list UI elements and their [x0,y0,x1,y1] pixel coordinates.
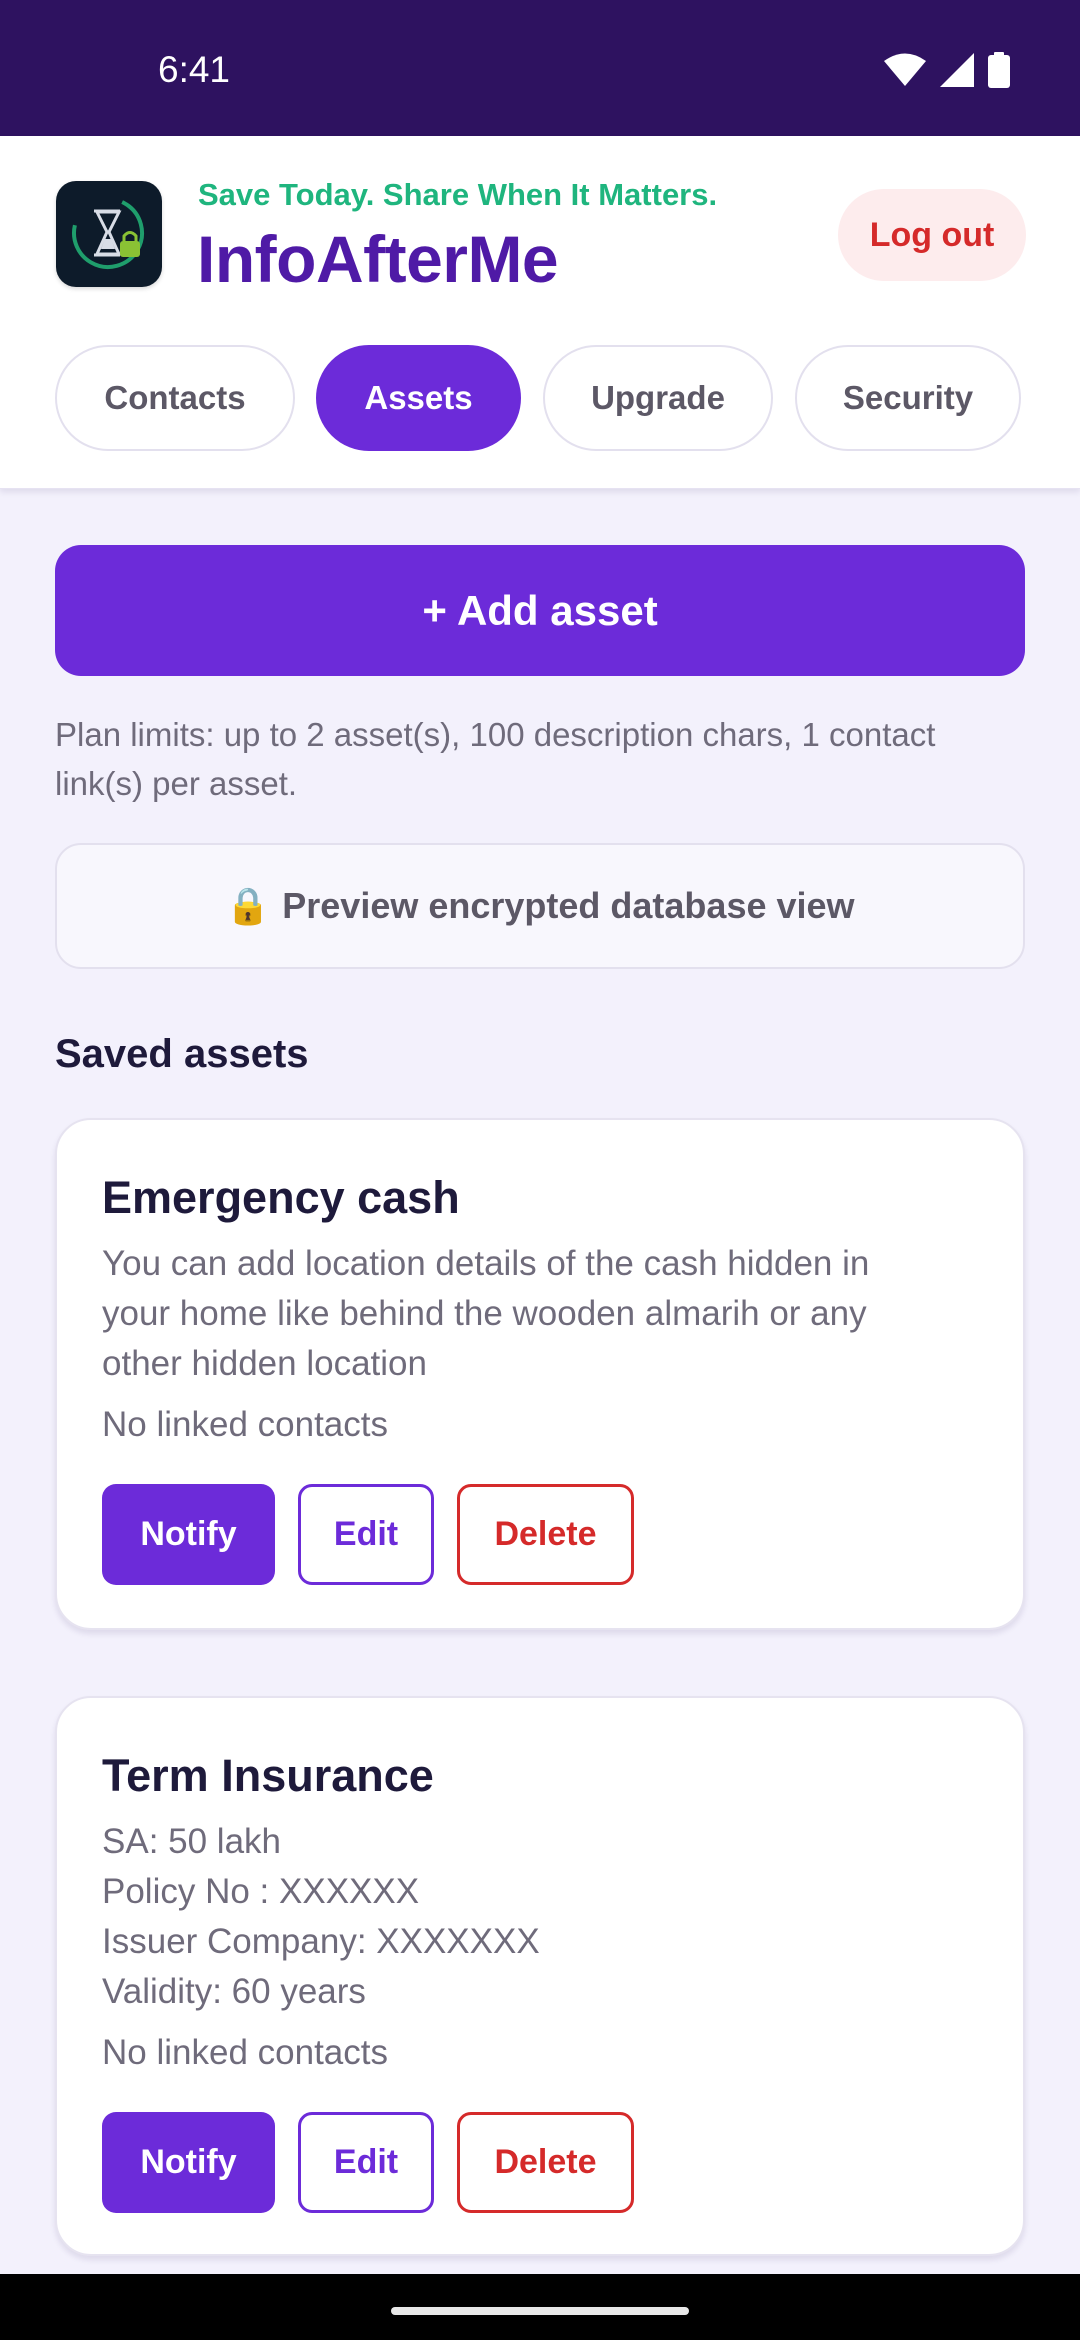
asset-title: Term Insurance [102,1750,434,1801]
notify-button[interactable]: Notify [102,2112,275,2213]
add-asset-button[interactable]: + Add asset [55,545,1025,676]
signal-icon [940,53,974,87]
asset-description-line: other hidden location [102,1344,427,1383]
wifi-icon [884,53,926,86]
plan-limits-text: Plan limits: up to 2 asset(s), 100 descr… [55,716,936,802]
battery-icon [988,52,1010,88]
status-bar: 6:41 [0,0,1080,136]
asset-description-line: SA: 50 lakh [102,1822,281,1861]
tab-assets[interactable]: Assets [316,345,521,451]
app-tagline: Save Today. Share When It Matters. [198,177,718,212]
status-time: 6:41 [158,49,231,90]
app-header: Save Today. Share When It Matters. InfoA… [0,136,1080,489]
status-icons [884,52,1010,88]
asset-description-line: Validity: 60 years [102,1972,366,2011]
delete-button[interactable]: Delete [457,2112,634,2213]
tab-upgrade[interactable]: Upgrade [543,345,773,451]
app-title: InfoAfterMe [197,222,559,296]
saved-assets-heading: Saved assets [55,1032,309,1076]
edit-button[interactable]: Edit [298,2112,434,2213]
asset-description-line: You can add location details of the cash… [102,1244,870,1283]
system-nav-bar [0,2274,1080,2340]
preview-encrypted-view-button[interactable]: 🔒 Preview encrypted database view [55,843,1025,969]
asset-description: You can add location details of the cash… [102,1239,982,1389]
preview-label: Preview encrypted database view [282,885,855,926]
linked-contacts-text: No linked contacts [102,1405,388,1444]
tab-contacts[interactable]: Contacts [55,345,295,451]
asset-description-line: Policy No : XXXXXX [102,1872,420,1911]
delete-button[interactable]: Delete [457,1484,634,1585]
asset-card: Emergency cash You can add location deta… [55,1118,1025,1630]
asset-description: SA: 50 lakh Policy No : XXXXXX Issuer Co… [102,1817,982,2017]
lock-icon: 🔒 [225,885,271,926]
edit-button[interactable]: Edit [298,1484,434,1585]
logout-button[interactable]: Log out [838,189,1026,281]
asset-description-line: Issuer Company: XXXXXXX [102,1922,540,1961]
asset-card: Term Insurance SA: 50 lakh Policy No : X… [55,1696,1025,2256]
linked-contacts-text: No linked contacts [102,2033,388,2072]
asset-title: Emergency cash [102,1172,460,1223]
notify-button[interactable]: Notify [102,1484,275,1585]
asset-description-line: your home like behind the wooden almarih… [102,1294,867,1333]
home-indicator[interactable] [391,2307,689,2315]
tab-security[interactable]: Security [795,345,1021,451]
hourglass-lock-icon [56,181,162,287]
